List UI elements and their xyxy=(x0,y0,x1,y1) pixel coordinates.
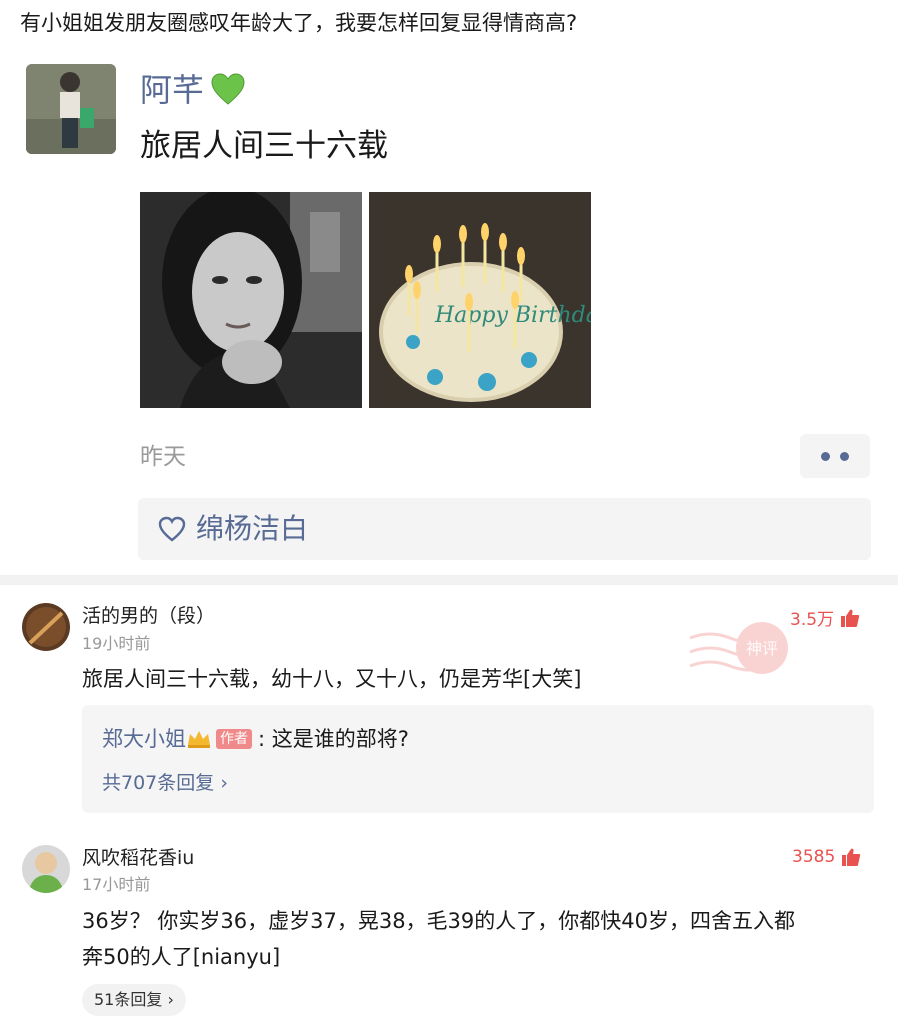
comment-avatar[interactable] xyxy=(22,845,70,893)
more-options-button[interactable] xyxy=(800,434,870,478)
comment-username[interactable]: 活的男的（段） xyxy=(82,603,215,629)
thumbs-up-icon xyxy=(841,609,860,627)
chevron-right-icon: › xyxy=(220,772,228,794)
top-comment-stamp: 神评 xyxy=(690,622,788,674)
green-heart-icon xyxy=(211,73,245,105)
avatar-photo xyxy=(26,64,116,154)
reply-preview[interactable]: 郑大小姐 作者 : 这是谁的部将? 共707条回复 › xyxy=(82,705,874,813)
view-replies-link[interactable]: 共707条回复 › xyxy=(102,769,228,797)
reply-text: 这是谁的部将? xyxy=(271,727,409,751)
comment-text-line: 36岁？ 你实岁36，虚岁37，晃38，毛39的人了，你都快40岁，四舍五入都 xyxy=(82,909,796,933)
liker-name[interactable]: 绵杨洁白 xyxy=(196,510,308,548)
comment-text-line: 奔50的人了[nianyu] xyxy=(82,945,281,969)
comment-text: 旅居人间三十六载，幼十八，又十八，仍是芳华[大笑] xyxy=(82,667,582,691)
reply-count-text: 51条回复 xyxy=(94,990,163,1009)
author-tag: 作者 xyxy=(216,729,252,749)
comment-time: 19小时前 xyxy=(82,634,151,653)
comment-like-button[interactable]: 3585 xyxy=(792,847,861,867)
section-divider xyxy=(0,575,898,585)
dot-icon xyxy=(821,451,830,461)
moment-avatar[interactable] xyxy=(26,64,116,154)
heart-outline-icon xyxy=(158,516,186,542)
selfie-photo[interactable] xyxy=(140,192,362,408)
view-replies-button[interactable]: 51条回复 › xyxy=(82,984,186,1016)
avatar-image xyxy=(22,845,70,893)
like-count: 3585 xyxy=(792,847,836,867)
likes-section: 绵杨洁白 xyxy=(138,498,871,560)
moment-username-text: 阿芊 xyxy=(140,71,205,109)
question-title: 有小姐姐发朋友圈感叹年龄大了，我要怎样回复显得情商高? xyxy=(20,11,578,35)
birthday-cake-photo[interactable]: Happy Birthday xyxy=(369,192,591,408)
chevron-right-icon: › xyxy=(167,990,174,1009)
crown-icon xyxy=(188,731,210,748)
cake-image: Happy Birthday xyxy=(369,192,591,408)
selfie-image xyxy=(140,192,362,408)
moment-time: 昨天 xyxy=(140,444,186,470)
comment-time: 17小时前 xyxy=(82,875,151,894)
dot-icon xyxy=(840,451,849,461)
stamp-text: 神评 xyxy=(746,639,778,658)
reply-total-text: 共707条回复 xyxy=(102,772,215,794)
comment-avatar[interactable] xyxy=(22,603,70,651)
thumbs-up-icon xyxy=(842,848,861,866)
moment-text: 旅居人间三十六载 xyxy=(140,128,388,164)
avatar-image xyxy=(22,603,70,651)
comment-username[interactable]: 风吹稻花香iu xyxy=(82,845,194,871)
reply-username[interactable]: 郑大小姐 xyxy=(102,723,186,755)
moment-username[interactable]: 阿芊 xyxy=(140,68,246,112)
